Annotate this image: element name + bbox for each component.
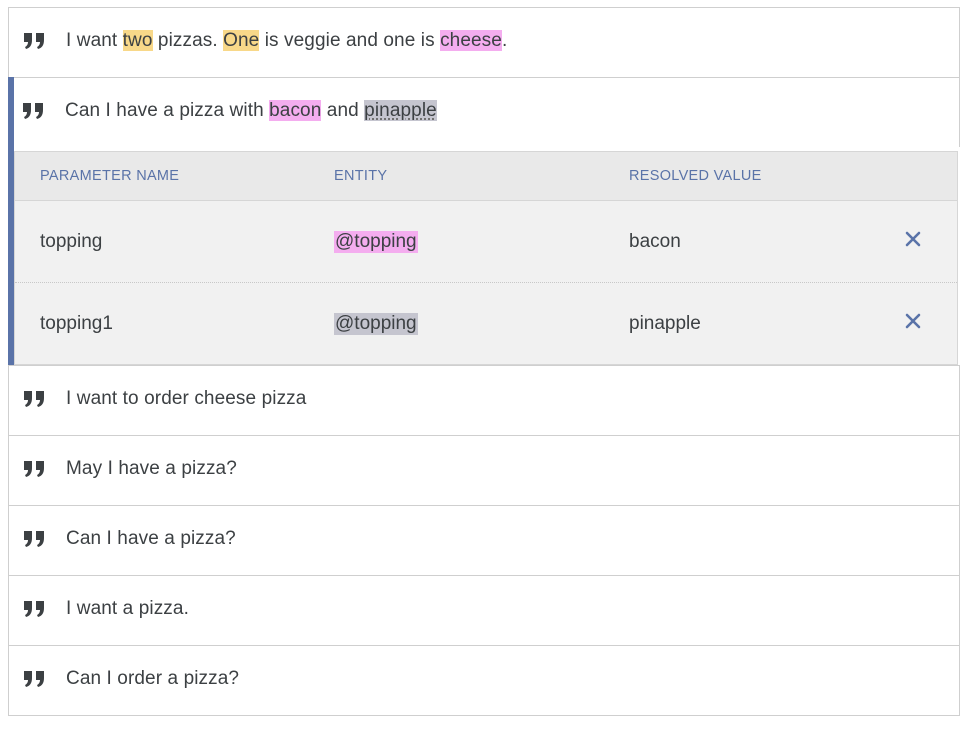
training-phrase-text[interactable]: I want to order cheese pizza — [66, 388, 306, 410]
phrase-segment: I want — [66, 30, 123, 51]
phrase-segment: Can I have a pizza with — [65, 100, 270, 121]
phrase-segment: pizzas. — [152, 30, 224, 51]
quote-icon — [23, 32, 45, 50]
training-phrase-text[interactable]: Can I have a pizza? — [66, 528, 236, 550]
quote-icon — [23, 670, 45, 688]
parameter-row: topping @topping bacon — [15, 201, 957, 283]
parameter-name[interactable]: topping — [40, 231, 102, 253]
phrase-segment: is veggie and one is — [259, 30, 441, 51]
training-phrase-row[interactable]: I want two pizzas. One is veggie and one… — [8, 7, 960, 77]
training-phrase-row[interactable]: Can I have a pizza with bacon and pinapp… — [14, 77, 960, 147]
parameter-table-header: PARAMETER NAME ENTITY RESOLVED VALUE — [15, 152, 957, 201]
parameter-name[interactable]: topping1 — [40, 313, 113, 335]
header-parameter-name: PARAMETER NAME — [40, 168, 180, 184]
training-phrase-text[interactable]: Can I order a pizza? — [66, 668, 239, 690]
annotated-segment[interactable]: One — [223, 30, 260, 51]
training-phrase-row[interactable]: Can I have a pizza? — [8, 505, 960, 575]
phrase-segment: . — [501, 30, 508, 51]
quote-icon — [23, 530, 45, 548]
training-phrases-list: I want two pizzas. One is veggie and one… — [8, 7, 960, 716]
close-icon[interactable] — [904, 312, 922, 330]
training-phrase-text[interactable]: I want two pizzas. One is veggie and one… — [66, 30, 507, 52]
quote-icon — [23, 600, 45, 618]
parameter-table: PARAMETER NAME ENTITY RESOLVED VALUE top… — [14, 151, 958, 365]
training-phrase-row[interactable]: I want to order cheese pizza — [8, 365, 960, 435]
phrase-segment: and — [321, 100, 365, 121]
annotated-segment[interactable]: bacon — [269, 100, 322, 121]
quote-icon — [22, 102, 44, 120]
training-phrase-text[interactable]: I want a pizza. — [66, 598, 189, 620]
header-resolved-value: RESOLVED VALUE — [629, 168, 762, 184]
training-phrase-text[interactable]: Can I have a pizza with bacon and pinapp… — [65, 100, 437, 122]
training-phrase-text[interactable]: May I have a pizza? — [66, 458, 237, 480]
expanded-training-phrase: Can I have a pizza with bacon and pinapp… — [8, 77, 960, 365]
annotated-segment[interactable]: pinapple — [364, 100, 437, 121]
training-phrase-row[interactable]: May I have a pizza? — [8, 435, 960, 505]
parameter-row: topping1 @topping pinapple — [15, 283, 957, 364]
annotated-segment[interactable]: cheese — [440, 30, 502, 51]
training-phrase-row[interactable]: I want a pizza. — [8, 575, 960, 645]
resolved-value: bacon — [629, 231, 681, 252]
entity-tag[interactable]: @topping — [334, 231, 418, 253]
entity-tag[interactable]: @topping — [334, 313, 418, 335]
close-icon[interactable] — [904, 230, 922, 248]
quote-icon — [23, 460, 45, 478]
quote-icon — [23, 390, 45, 408]
header-entity: ENTITY — [334, 168, 388, 184]
annotated-segment[interactable]: two — [122, 30, 153, 51]
training-phrase-row[interactable]: Can I order a pizza? — [8, 645, 960, 716]
resolved-value: pinapple — [629, 313, 701, 334]
